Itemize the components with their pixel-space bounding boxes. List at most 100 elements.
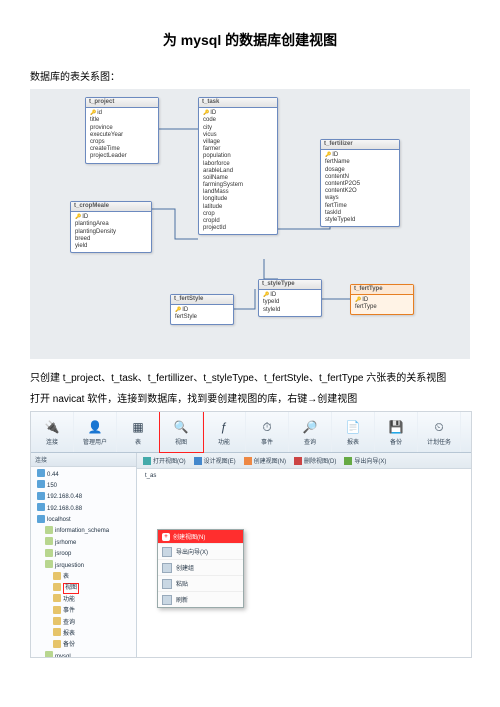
table-t-ferttype[interactable]: t_fertType IDfertType [350, 284, 414, 315]
tree-label: 192.168.0.48 [47, 493, 82, 501]
column-name: contentK2O [325, 188, 395, 195]
tree-node[interactable]: 事件 [37, 606, 134, 617]
column-name: id [90, 110, 154, 117]
column-name: arableLand [203, 168, 273, 175]
table-t-fertilizer[interactable]: t_fertilizer IDfertNamedosagecontentNcon… [320, 139, 400, 227]
page-title: 为 mysql 的数据库创建视图 [30, 30, 470, 50]
context-menu-item[interactable]: 创建组 [158, 559, 243, 575]
column-name: city [203, 125, 273, 132]
tree-icon [45, 549, 53, 557]
column-name: longitude [203, 196, 273, 203]
tree-node[interactable]: 0.44 [37, 469, 134, 480]
tree-label: 0.44 [47, 471, 59, 479]
toolbar-button-3[interactable]: 🔍视图 [160, 412, 203, 452]
column-name: contentP2O5 [325, 181, 395, 188]
tree-node[interactable]: 192.168.0.88 [37, 503, 134, 514]
tree-icon [45, 560, 53, 568]
column-name: cropId [203, 218, 273, 225]
tree-node[interactable]: 192.168.0.48 [37, 492, 134, 503]
table-t-styletype[interactable]: t_styleType IDtypeIdstyleId [258, 279, 322, 317]
column-name: fertType [355, 304, 409, 311]
tree-node[interactable]: 150 [37, 480, 134, 491]
column-name: fertTime [325, 203, 395, 210]
toolbar-button-8[interactable]: 💾备份 [375, 412, 418, 452]
column-name: landMass [203, 189, 273, 196]
column-name: population [203, 153, 273, 160]
toolbar-button-5[interactable]: ⏱事件 [246, 412, 289, 452]
column-name: executeYear [90, 132, 154, 139]
list-item[interactable]: t_as [137, 469, 471, 483]
table-t-task[interactable]: t_task IDcodecityvicusvillagefarmerpopul… [198, 97, 278, 235]
connection-header: 连接 [31, 453, 136, 467]
table-t-cropmeale[interactable]: t_cropMeale IDplantingAreaplantingDensit… [70, 201, 152, 253]
column-name: fertName [325, 159, 395, 166]
tree-node[interactable]: jsrquestion [37, 560, 134, 571]
toolbar-label: 备份 [390, 437, 402, 446]
view-list-area: t_as + 创建视图(N) 导出向导(X) 创建组 粘贴 刷新 [137, 469, 471, 658]
open-view-button[interactable]: 打开视图(O) [143, 456, 186, 465]
column-name: farmingSystem [203, 182, 273, 189]
toolbar-icon: 📄 [344, 418, 362, 436]
tree-label: jsrquestion [55, 562, 84, 570]
column-name: breed [75, 236, 147, 243]
column-name: vicus [203, 132, 273, 139]
column-name: createTime [90, 146, 154, 153]
context-menu[interactable]: + 创建视图(N) 导出向导(X) 创建组 粘贴 刷新 [157, 529, 244, 608]
tree-node[interactable]: 表 [37, 572, 134, 583]
intro-text-2: 只创建 t_project、t_task、t_fertillizer、t_sty… [30, 369, 470, 384]
column-name: code [203, 117, 273, 124]
context-menu-item[interactable]: 粘贴 [158, 575, 243, 591]
tree-node[interactable]: information_schema [37, 526, 134, 537]
intro-text-1: 数据库的表关系图： [30, 68, 470, 83]
tree-label: mysql [55, 653, 71, 658]
column-name: crop [203, 211, 273, 218]
toolbar-label: 查询 [304, 437, 316, 446]
tree-label: 表 [63, 573, 69, 581]
context-menu-item[interactable]: 导出向导(X) [158, 543, 243, 559]
tree-label: information_schema [55, 527, 109, 535]
toolbar-button-6[interactable]: 🔎查询 [289, 412, 332, 452]
context-menu-item[interactable]: 刷新 [158, 591, 243, 607]
toolbar-button-7[interactable]: 📄报表 [332, 412, 375, 452]
export-wizard-button[interactable]: 导出向导(X) [344, 456, 386, 465]
tree-label: 查询 [63, 619, 75, 627]
toolbar-button-2[interactable]: ▦表 [117, 412, 160, 452]
tree-node[interactable]: 备份 [37, 640, 134, 651]
delete-view-button[interactable]: 删除视图(D) [294, 456, 336, 465]
column-name: yield [75, 243, 147, 250]
table-t-fertstyle[interactable]: t_fertStyle IDfertStyle [170, 294, 234, 325]
toolbar-button-0[interactable]: 🔌连接 [31, 412, 74, 452]
tree-node[interactable]: mysql [37, 651, 134, 658]
toolbar-button-9[interactable]: ⏲计划任务 [418, 412, 461, 452]
toolbar-label: 计划任务 [427, 437, 451, 446]
tree-icon [45, 537, 53, 545]
toolbar-label: 功能 [218, 437, 230, 446]
table-header: t_fertilizer [321, 140, 399, 150]
tree-node[interactable]: jsrhome [37, 537, 134, 548]
tree-node[interactable]: 功能 [37, 594, 134, 605]
table-t-project[interactable]: t_project idtitleprovinceexecuteYearcrop… [85, 97, 159, 164]
tree-icon [45, 526, 53, 534]
table-header: t_styleType [259, 280, 321, 290]
er-diagram: t_project idtitleprovinceexecuteYearcrop… [30, 89, 470, 359]
context-menu-create-view[interactable]: + 创建视图(N) [158, 530, 243, 543]
column-name: styleTypeId [325, 217, 395, 224]
tree-node[interactable]: localhost [37, 515, 134, 526]
column-name: ID [355, 297, 409, 304]
connection-tree[interactable]: 0.44150 192.168.0.48 192.168.0.88localhost… [31, 467, 136, 658]
design-view-button[interactable]: 设计视图(E) [194, 456, 236, 465]
toolbar-label: 视图 [175, 437, 187, 446]
toolbar-button-1[interactable]: 👤管理用户 [74, 412, 117, 452]
column-name: taskId [325, 210, 395, 217]
column-name: ID [175, 307, 229, 314]
toolbar: 🔌连接👤管理用户▦表🔍视图ƒ功能⏱事件🔎查询📄报表💾备份⏲计划任务 [31, 412, 471, 453]
tree-node[interactable]: jsroop [37, 549, 134, 560]
tree-node[interactable]: 报表 [37, 628, 134, 639]
tree-node[interactable]: 查询 [37, 617, 134, 628]
tree-label: 报表 [63, 630, 75, 638]
create-view-button[interactable]: 创建视图(N) [244, 456, 286, 465]
tree-icon [53, 606, 61, 614]
toolbar-button-4[interactable]: ƒ功能 [203, 412, 246, 452]
toolbar-label: 表 [135, 437, 141, 446]
tree-node[interactable]: 视图 [37, 583, 134, 594]
